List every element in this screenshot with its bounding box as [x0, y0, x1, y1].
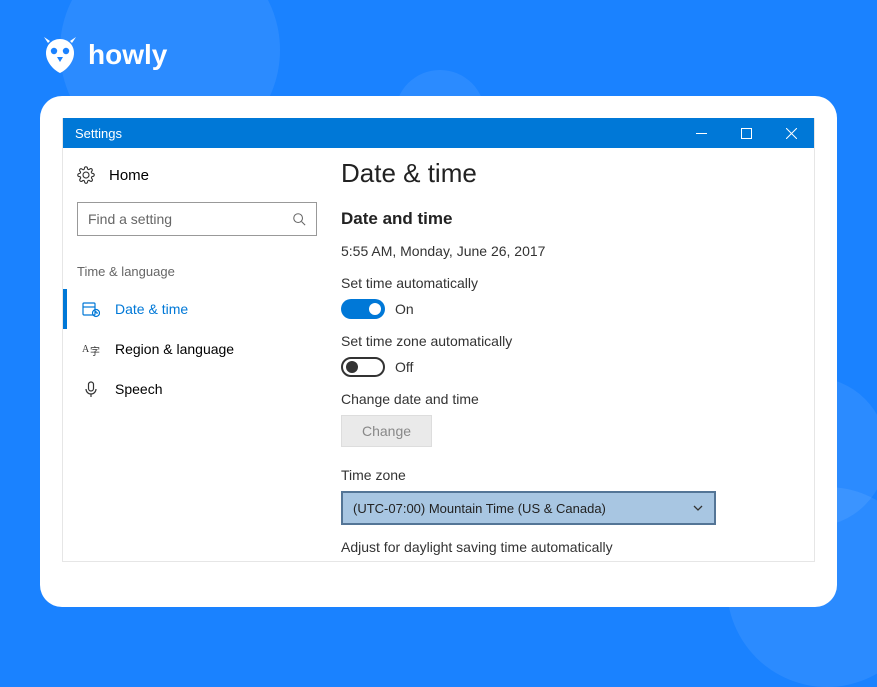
owl-icon: [40, 35, 80, 75]
change-button: Change: [341, 415, 432, 447]
nav-date-time[interactable]: Date & time: [63, 289, 331, 329]
section-title: Date and time: [341, 209, 784, 229]
nav-speech[interactable]: Speech: [63, 369, 331, 409]
svg-text:字: 字: [90, 345, 100, 358]
nav-region-language[interactable]: A字 Region & language: [63, 329, 331, 369]
minimize-icon: [696, 128, 707, 139]
maximize-button[interactable]: [724, 118, 769, 148]
timezone-value: (UTC-07:00) Mountain Time (US & Canada): [353, 501, 692, 516]
set-time-auto-label: Set time automatically: [341, 275, 784, 291]
sidebar: Home Find a setting Time & language Date…: [63, 148, 331, 561]
svg-text:A: A: [82, 344, 90, 355]
screenshot-frame: Settings Home Find a setting: [40, 96, 837, 607]
dst-label: Adjust for daylight saving time automati…: [341, 539, 784, 555]
section-label: Time & language: [63, 254, 331, 289]
chevron-down-icon: [692, 502, 704, 514]
timezone-label: Time zone: [341, 467, 784, 483]
nav-item-label: Speech: [115, 381, 162, 397]
search-placeholder: Find a setting: [88, 211, 292, 227]
howly-logo: howly: [40, 35, 167, 75]
set-tz-auto-label: Set time zone automatically: [341, 333, 784, 349]
home-nav[interactable]: Home: [63, 162, 331, 196]
close-button[interactable]: [769, 118, 814, 148]
timezone-dropdown[interactable]: (UTC-07:00) Mountain Time (US & Canada): [341, 491, 716, 525]
gear-icon: [77, 166, 95, 184]
toggle-state: Off: [395, 359, 413, 375]
set-tz-auto-toggle[interactable]: Off: [341, 357, 784, 377]
region-language-icon: A字: [81, 339, 101, 359]
brand-name: howly: [88, 39, 167, 71]
nav-item-label: Date & time: [115, 301, 188, 317]
window-title: Settings: [75, 126, 679, 141]
settings-window: Settings Home Find a setting: [62, 118, 815, 562]
maximize-icon: [741, 128, 752, 139]
set-time-auto-toggle[interactable]: On: [341, 299, 784, 319]
minimize-button[interactable]: [679, 118, 724, 148]
titlebar: Settings: [63, 118, 814, 148]
search-input[interactable]: Find a setting: [77, 202, 317, 236]
date-time-icon: [81, 299, 101, 319]
nav-item-label: Region & language: [115, 341, 234, 357]
close-icon: [786, 128, 797, 139]
speech-icon: [81, 379, 101, 399]
toggle-state: On: [395, 301, 414, 317]
content-panel: Date & time Date and time 5:55 AM, Monda…: [331, 148, 814, 561]
page-title: Date & time: [341, 158, 784, 189]
current-datetime-text: 5:55 AM, Monday, June 26, 2017: [341, 243, 784, 259]
home-label: Home: [109, 167, 149, 184]
change-dt-label: Change date and time: [341, 391, 784, 407]
search-icon: [292, 212, 306, 226]
